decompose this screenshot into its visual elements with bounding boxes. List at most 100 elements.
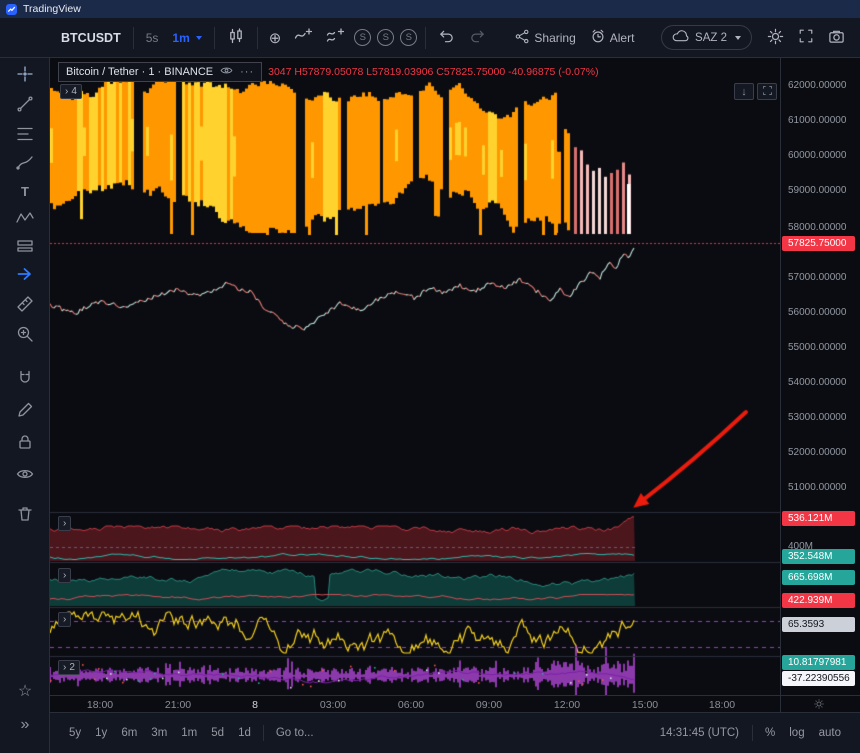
arrow-tool-button[interactable] bbox=[8, 262, 42, 288]
fullscreen-button[interactable] bbox=[791, 24, 821, 52]
crosshair-tool-button[interactable] bbox=[8, 62, 42, 88]
zoom-tool-button[interactable] bbox=[8, 322, 42, 348]
top-toolbar: BTCUSDT 5s 1m ⊕ S S S Sharing bbox=[0, 18, 860, 58]
gear-icon[interactable] bbox=[813, 698, 825, 710]
drawing-mode-button[interactable] bbox=[8, 398, 42, 424]
sharing-button[interactable]: Sharing bbox=[508, 24, 582, 52]
trendline-icon bbox=[16, 95, 34, 116]
trendline-tool-button[interactable] bbox=[8, 92, 42, 118]
toolbar-separator bbox=[133, 27, 134, 49]
eye-icon[interactable] bbox=[220, 64, 233, 80]
range-6m-button[interactable]: 6m bbox=[114, 721, 144, 745]
range-5y-button[interactable]: 5y bbox=[62, 721, 88, 745]
pane-c-value-tag: 65.3593 bbox=[782, 617, 855, 632]
brush-tool-button[interactable] bbox=[8, 150, 42, 176]
undo-button[interactable] bbox=[431, 24, 462, 52]
log-scale-button[interactable]: log bbox=[782, 721, 811, 745]
arrow-marker-icon bbox=[16, 265, 34, 286]
pane-b-value2-tag: 422.939M bbox=[782, 593, 855, 608]
legend-symbol-box[interactable]: Bitcoin / Tether · 1 · BINANCE ··· bbox=[58, 62, 262, 82]
plus-circle-icon: ⊕ bbox=[269, 29, 282, 47]
price-axis[interactable]: 62000.00000 61000.00000 60000.00000 5900… bbox=[780, 58, 860, 695]
lock-drawings-button[interactable] bbox=[8, 430, 42, 456]
compare-button[interactable]: ⊕ bbox=[263, 24, 288, 52]
main-pane-collapse-button[interactable]: › 4 bbox=[60, 84, 82, 99]
range-5d-button[interactable]: 5d bbox=[204, 721, 231, 745]
long-position-icon bbox=[16, 237, 34, 258]
hide-drawings-button[interactable] bbox=[8, 462, 42, 488]
double-chevron-icon: » bbox=[21, 716, 30, 734]
star-icon: ☆ bbox=[18, 681, 32, 701]
pane-d-value2-tag: -37.22390556 bbox=[782, 671, 855, 686]
auto-scale-button[interactable]: auto bbox=[812, 721, 848, 745]
strategy-button-2[interactable]: S bbox=[377, 29, 394, 46]
fullscreen-icon bbox=[798, 28, 814, 47]
clock-label[interactable]: 14:31:45 (UTC) bbox=[652, 727, 747, 739]
caret-down-icon bbox=[196, 36, 202, 40]
pattern-tool-button[interactable] bbox=[8, 206, 42, 232]
maximize-pane-button[interactable] bbox=[757, 83, 777, 100]
indicator-templates-button[interactable] bbox=[319, 24, 351, 52]
position-tool-button[interactable] bbox=[8, 234, 42, 260]
strategy-button-3[interactable]: S bbox=[400, 29, 417, 46]
show-object-tree-button[interactable]: » bbox=[8, 712, 42, 738]
chart-legend: Bitcoin / Tether · 1 · BINANCE ··· 3047 … bbox=[58, 62, 599, 82]
window-titlebar: TradingView bbox=[0, 0, 860, 18]
redo-button[interactable] bbox=[462, 24, 493, 52]
price-tick: 59000.00000 bbox=[788, 185, 846, 196]
interval-1m-button[interactable]: 1m bbox=[165, 24, 208, 52]
chart-canvas[interactable] bbox=[50, 58, 780, 695]
crosshair-icon bbox=[16, 65, 34, 86]
percent-scale-button[interactable]: % bbox=[758, 721, 782, 745]
strategy-button-1[interactable]: S bbox=[354, 29, 371, 46]
remove-drawings-button[interactable] bbox=[8, 502, 42, 528]
last-price-tag: 57825.75000 bbox=[782, 236, 855, 251]
screenshot-button[interactable] bbox=[821, 24, 852, 52]
range-1y-button[interactable]: 1y bbox=[88, 721, 114, 745]
ohlc-values: 3047 H57879.05078 L57819.03906 C57825.75… bbox=[268, 66, 598, 78]
fib-retracement-icon bbox=[16, 125, 34, 146]
toolbar-separator bbox=[263, 725, 264, 741]
bottom-toolbar: 5y 1y 6m 3m 1m 5d 1d Go to... 14:31:45 (… bbox=[50, 712, 860, 753]
alert-button[interactable]: Alert bbox=[583, 24, 642, 52]
range-1d-button[interactable]: 1d bbox=[231, 721, 258, 745]
account-button[interactable]: SAZ 2 bbox=[661, 25, 752, 50]
time-tick: 06:00 bbox=[398, 699, 424, 711]
indicator-count: 4 bbox=[71, 85, 77, 98]
symbol-button[interactable]: BTCUSDT bbox=[54, 24, 128, 52]
pane-d-collapse-button[interactable]: › 2 bbox=[58, 660, 80, 675]
pane-c-collapse-button[interactable]: › bbox=[58, 612, 71, 627]
time-tick: 18:00 bbox=[87, 699, 113, 711]
toolbar-separator bbox=[257, 27, 258, 49]
magnet-tool-button[interactable] bbox=[8, 366, 42, 392]
price-tick: 58000.00000 bbox=[788, 222, 846, 233]
price-tick: 62000.00000 bbox=[788, 80, 846, 91]
goto-button[interactable]: Go to... bbox=[269, 721, 321, 745]
chart-style-button[interactable] bbox=[220, 24, 252, 52]
measure-tool-button[interactable] bbox=[8, 292, 42, 318]
toolbar-separator bbox=[752, 725, 753, 741]
xabcd-pattern-icon bbox=[16, 209, 34, 230]
pane-b-collapse-button[interactable]: › bbox=[58, 568, 71, 583]
undo-icon bbox=[438, 28, 455, 48]
cloud-icon bbox=[672, 30, 689, 45]
range-1m-button[interactable]: 1m bbox=[174, 721, 204, 745]
time-tick: 8 bbox=[252, 699, 258, 711]
window-title: TradingView bbox=[23, 3, 81, 15]
brush-icon bbox=[16, 153, 34, 174]
maximize-icon bbox=[762, 85, 773, 99]
chart-settings-button[interactable] bbox=[760, 24, 791, 52]
text-tool-button[interactable]: T bbox=[8, 178, 42, 204]
scroll-down-button[interactable]: ↓ bbox=[734, 83, 754, 100]
redo-icon bbox=[469, 28, 486, 48]
indicators-button[interactable] bbox=[287, 24, 319, 52]
more-options-icon[interactable]: ··· bbox=[240, 66, 254, 78]
time-axis[interactable]: 18:00 21:00 8 03:00 06:00 09:00 12:00 15… bbox=[50, 695, 780, 712]
pane-a-collapse-button[interactable]: › bbox=[58, 516, 71, 531]
candlestick-icon bbox=[227, 27, 245, 48]
range-3m-button[interactable]: 3m bbox=[144, 721, 174, 745]
interval-5s-button[interactable]: 5s bbox=[139, 24, 166, 52]
chevron-right-icon: › bbox=[65, 85, 68, 98]
fib-tool-button[interactable] bbox=[8, 122, 42, 148]
favorites-button[interactable]: ☆ bbox=[8, 678, 42, 704]
